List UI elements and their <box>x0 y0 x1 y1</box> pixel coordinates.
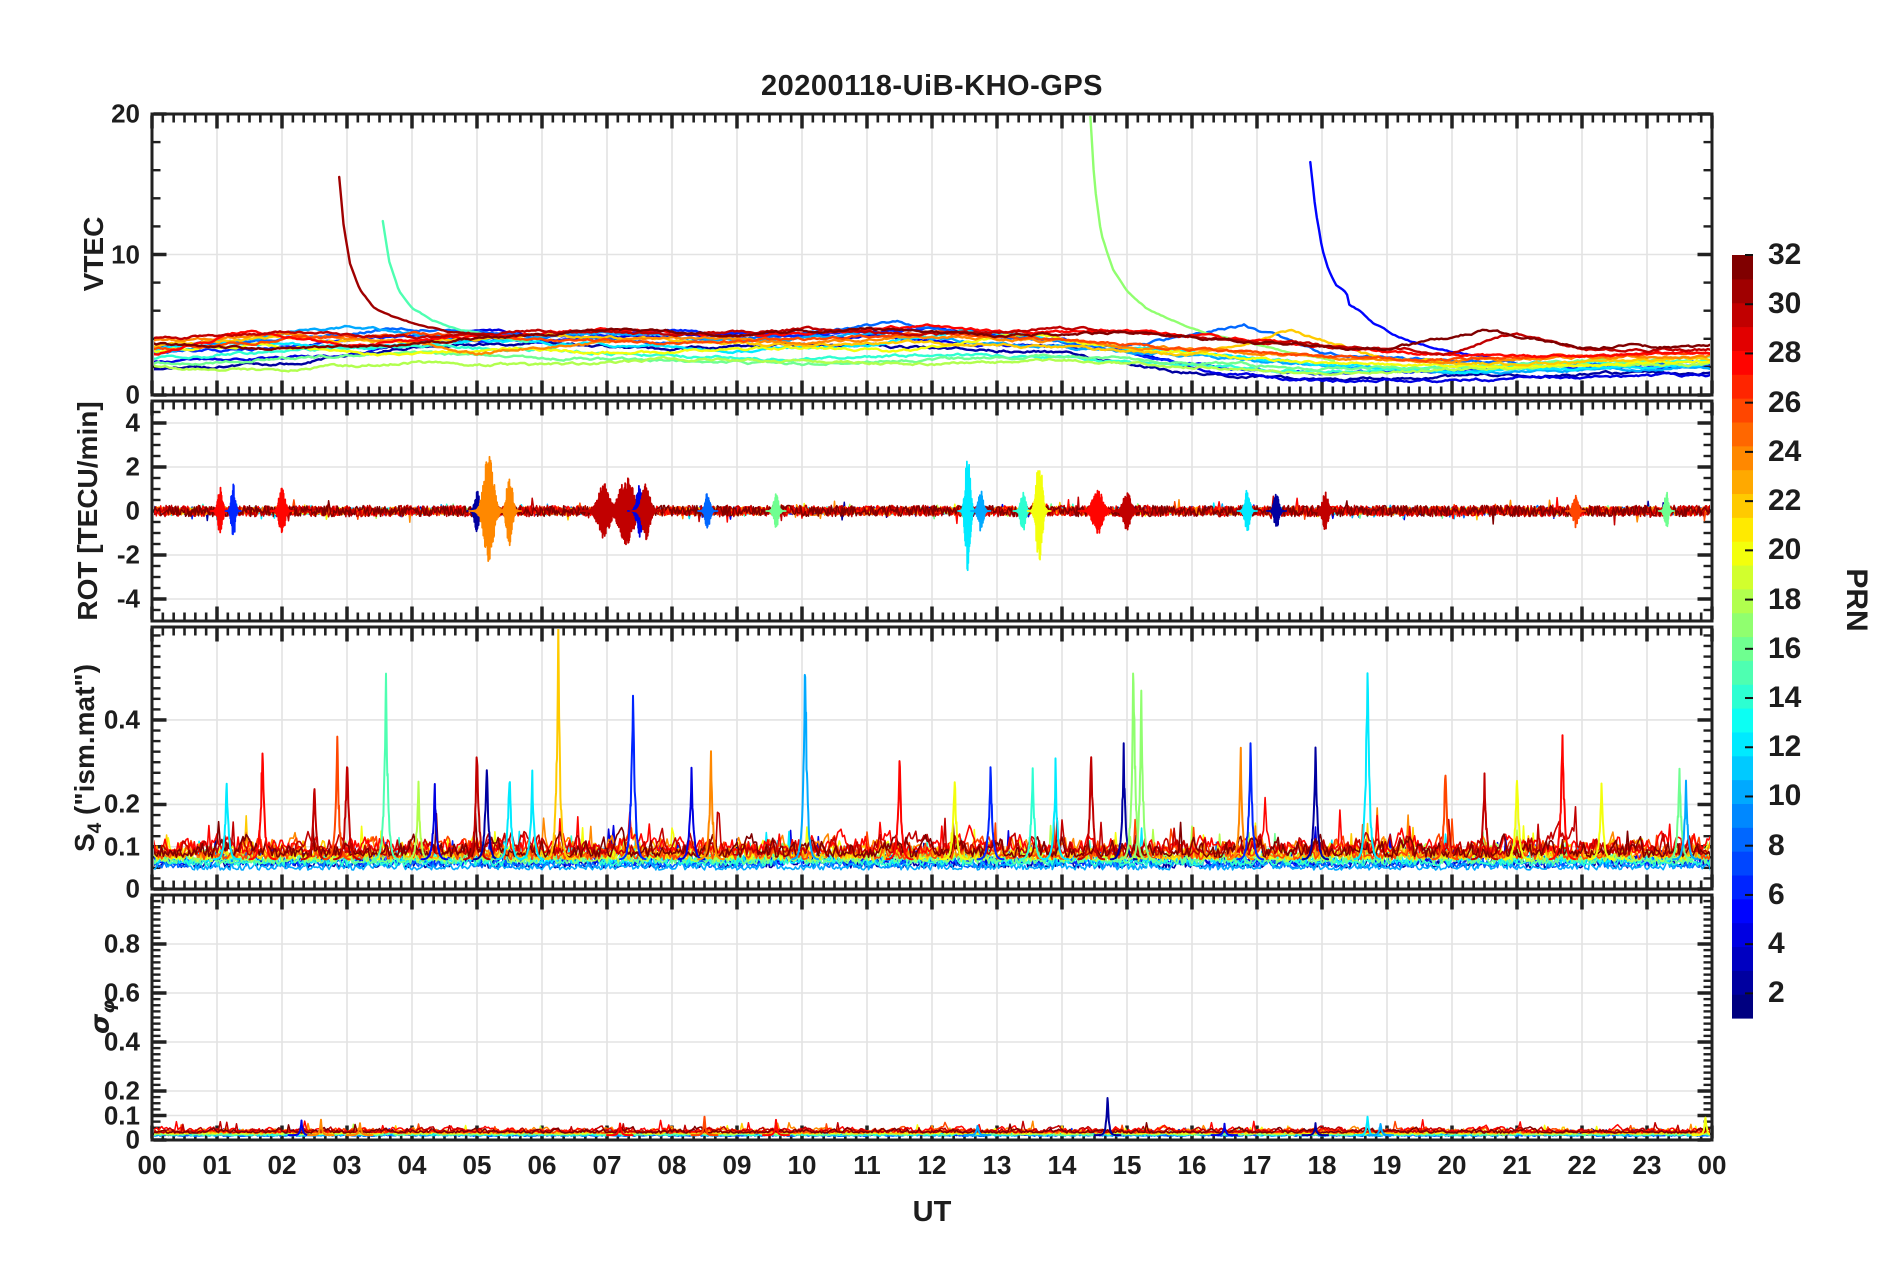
phi-subscript: φ <box>99 999 120 1014</box>
x-axis-label: UT <box>912 1196 952 1228</box>
y-axis-label-vtec: VTEC <box>78 216 109 292</box>
s4-subscript: 4 <box>84 822 106 834</box>
colorbar-label: PRN <box>1840 568 1873 632</box>
y-axis-label-s4: S4 ("ism.mat") <box>69 664 107 852</box>
figure: 20200118-UiB-KHO-GPS VTEC ROT [TECU/min]… <box>0 0 1902 1272</box>
s4-symbol: S <box>69 833 101 853</box>
y-axis-label-sigma-phi: σφ <box>84 1000 119 1034</box>
chart-title: 20200118-UiB-KHO-GPS <box>760 70 1104 102</box>
y-axis-label-rot: ROT [TECU/min] <box>72 401 103 621</box>
s4-suffix: ("ism.mat") <box>69 663 101 823</box>
sigma-symbol: σ <box>85 1013 116 1035</box>
plot-area <box>150 112 1753 1142</box>
